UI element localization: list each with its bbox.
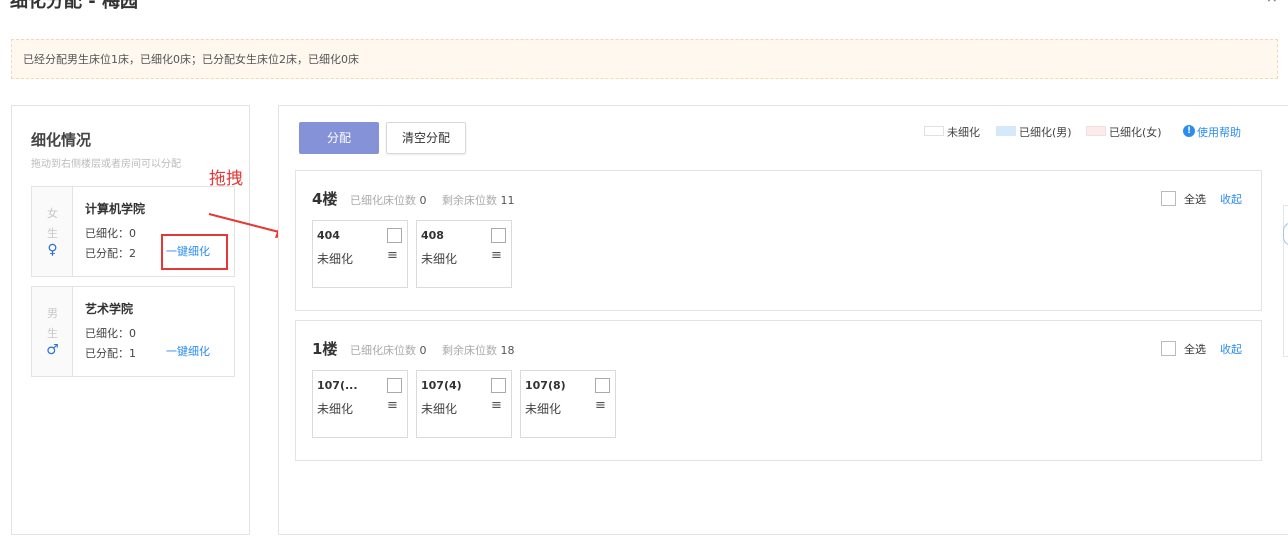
room-card[interactable]: 107(8) 未细化 ≡	[520, 370, 616, 438]
floor-refined-count: 已细化床位数 0	[350, 192, 427, 208]
room-card[interactable]: 408 未细化 ≡	[416, 220, 512, 288]
floor-refined-label: 已细化床位数	[350, 194, 416, 207]
floor-refined-value: 0	[419, 194, 427, 207]
refined-value: 0	[129, 327, 136, 340]
room-checkbox[interactable]	[387, 228, 402, 243]
panel-title: 细化情况	[31, 131, 92, 149]
floor-remaining-label: 剩余床位数	[442, 194, 497, 207]
room-card[interactable]: 107(... 未细化 ≡	[312, 370, 408, 438]
legend-label: 已细化(女)	[1109, 126, 1162, 139]
gender-column: 女 生 ♀	[32, 187, 73, 276]
panel-subtitle: 拖动到右侧楼层或者房间可以分配	[31, 159, 181, 170]
gender-char: 女	[47, 207, 58, 220]
female-icon: ♀	[47, 242, 58, 258]
floor-card-1[interactable]: 1楼 已细化床位数 0 剩余床位数 18 全选 收起 107(... 未细化 ≡…	[295, 320, 1262, 461]
floor-remaining-count: 剩余床位数 11	[442, 192, 515, 208]
one-click-refine-link[interactable]: 一键细化	[166, 343, 210, 359]
help-link[interactable]: 使用帮助	[1197, 124, 1241, 140]
select-all-label[interactable]: 全选	[1184, 341, 1206, 357]
floor-refined-count: 已细化床位数 0	[350, 342, 427, 358]
floor-remaining-value: 18	[500, 344, 515, 357]
select-all-checkbox[interactable]	[1161, 191, 1176, 206]
gender-char: 男	[47, 307, 58, 320]
gender-char: 生	[47, 227, 58, 240]
assigned-label: 已分配：	[85, 347, 129, 360]
room-name: 107(...	[317, 379, 358, 392]
college-name: 艺术学院	[85, 302, 134, 316]
collapse-link[interactable]: 收起	[1220, 341, 1242, 357]
refined-label: 已细化：	[85, 227, 129, 240]
assigned-stat: 已分配：1	[85, 345, 136, 361]
assign-button[interactable]: 分配	[299, 122, 379, 154]
room-status: 未细化	[421, 402, 458, 416]
menu-icon[interactable]: ≡	[387, 249, 398, 263]
room-name: 107(8)	[525, 379, 566, 392]
room-checkbox[interactable]	[491, 228, 506, 243]
room-status: 未细化	[421, 252, 458, 266]
room-checkbox[interactable]	[491, 378, 506, 393]
college-card-art[interactable]: 男 生 ♂ 艺术学院 已细化：0 已分配：1 一键细化	[31, 286, 235, 377]
room-card[interactable]: 107(4) 未细化 ≡	[416, 370, 512, 438]
floor-card-4[interactable]: 4楼 已细化床位数 0 剩余床位数 11 全选 收起 404 未细化 ≡ 408…	[295, 170, 1262, 311]
gender-char: 生	[47, 327, 58, 340]
page-title: 细化分配 - 梅园	[10, 0, 139, 12]
refined-stat: 已细化：0	[85, 325, 136, 341]
clear-assignment-button[interactable]: 清空分配	[386, 122, 466, 154]
menu-icon[interactable]: ≡	[387, 399, 398, 413]
allocation-notice: 已经分配男生床位1床，已细化0床；已分配女生床位2床，已细化0床	[11, 39, 1278, 79]
floor-name: 4楼	[312, 190, 338, 208]
legend-swatch-female	[1086, 126, 1106, 136]
assigned-value: 1	[129, 347, 136, 360]
drag-annotation-label: 拖拽	[209, 169, 243, 189]
refined-value: 0	[129, 227, 136, 240]
room-checkbox[interactable]	[387, 378, 402, 393]
assigned-stat: 已分配：2	[85, 245, 136, 261]
room-name: 404	[317, 229, 340, 242]
refined-label: 已细化：	[85, 327, 129, 340]
legend-label: 已细化(男)	[1019, 126, 1072, 139]
room-name: 408	[421, 229, 444, 242]
assigned-value: 2	[129, 247, 136, 260]
floor-remaining-value: 11	[500, 194, 515, 207]
menu-icon[interactable]: ≡	[491, 399, 502, 413]
floor-remaining-label: 剩余床位数	[442, 344, 497, 357]
floor-refined-label: 已细化床位数	[350, 344, 416, 357]
room-status: 未细化	[317, 252, 354, 266]
room-checkbox[interactable]	[595, 378, 610, 393]
room-status: 未细化	[525, 402, 562, 416]
legend-swatch-male	[996, 126, 1016, 136]
gender-column: 男 生 ♂	[32, 287, 73, 376]
help-icon[interactable]: !	[1183, 125, 1195, 137]
menu-icon[interactable]: ≡	[595, 399, 606, 413]
floor-refined-value: 0	[419, 344, 427, 357]
room-status: 未细化	[317, 402, 354, 416]
legend-label: 未细化	[947, 126, 980, 139]
assigned-label: 已分配：	[85, 247, 129, 260]
select-all-checkbox[interactable]	[1161, 341, 1176, 356]
legend-swatch-unrefined	[924, 126, 944, 136]
floor-remaining-count: 剩余床位数 18	[442, 342, 515, 358]
floor-name: 1楼	[312, 340, 338, 358]
menu-icon[interactable]: ≡	[491, 249, 502, 263]
close-icon[interactable]: ×	[1266, 0, 1278, 6]
room-name: 107(4)	[421, 379, 462, 392]
select-all-label[interactable]: 全选	[1184, 191, 1206, 207]
male-icon: ♂	[46, 342, 59, 358]
room-card[interactable]: 404 未细化 ≡	[312, 220, 408, 288]
college-name: 计算机学院	[85, 202, 146, 216]
refined-stat: 已细化：0	[85, 225, 136, 241]
collapse-link[interactable]: 收起	[1220, 191, 1242, 207]
